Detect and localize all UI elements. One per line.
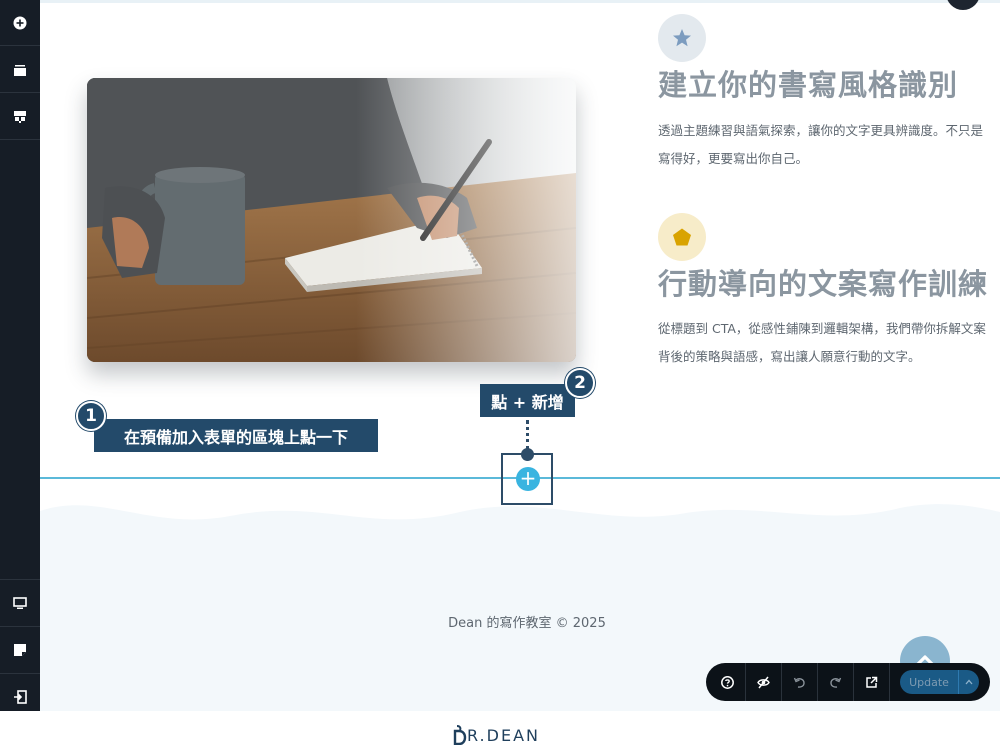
pentagon-icon	[673, 228, 691, 246]
desktop-view-button[interactable]	[0, 579, 40, 625]
notes-button[interactable]	[0, 626, 40, 672]
update-button[interactable]: Update	[900, 676, 958, 689]
add-block-button[interactable]: +	[516, 467, 540, 491]
exit-icon	[14, 689, 27, 704]
feature-pentagon-badge	[658, 213, 706, 261]
feature-title-1: 建立你的書寫風格識別	[658, 68, 959, 102]
redo-button[interactable]	[818, 663, 854, 701]
step1-badge: 1	[76, 401, 106, 431]
editor-sidebar	[0, 0, 40, 711]
update-options-button[interactable]	[958, 670, 979, 694]
callout-step2: 點 + 新增	[480, 384, 575, 417]
photo-illustration	[87, 78, 576, 362]
feature-title-2: 行動導向的文案寫作訓練	[658, 267, 989, 301]
callout-step1-text: 在預備加入表單的區塊上點一下	[123, 427, 348, 447]
step2-badge: 2	[565, 368, 595, 398]
note-icon	[14, 643, 26, 656]
chevron-up-small-icon	[965, 679, 973, 685]
feature-text-1: 透過主題練習與語氣探索，讓你的文字更具辨識度。不只是寫得好，更要寫出你自己。	[658, 123, 984, 166]
callout-step2-text: 點 + 新增	[491, 392, 564, 412]
feature-text-2: 從標題到 CTA，從感性鋪陳到邏輯架構，我們帶你拆解文案背後的策略與語感，寫出讓…	[658, 321, 986, 364]
brand-bar: R.DEAN	[0, 711, 1000, 750]
layers-icon	[14, 64, 26, 76]
brand-logo: R.DEAN	[451, 725, 540, 745]
layers-button[interactable]	[0, 47, 40, 93]
feature-star-badge	[658, 14, 706, 62]
undo-icon	[793, 677, 805, 688]
callout-step1: 在預備加入表單的區塊上點一下	[94, 419, 378, 452]
desktop-icon	[13, 596, 27, 609]
footer-copyright: Dean 的寫作教室 © 2025	[448, 616, 606, 631]
star-icon	[673, 29, 691, 47]
add-circle-icon	[13, 16, 27, 29]
callout-connector	[526, 420, 529, 450]
external-link-icon	[866, 676, 878, 688]
update-button-group: Update	[900, 670, 979, 694]
undo-button[interactable]	[782, 663, 818, 701]
open-page-button[interactable]	[854, 663, 890, 701]
page-canvas[interactable]: 建立你的書寫風格識別 透過主題練習與語氣探索，讓你的文字更具辨識度。不只是寫得好…	[40, 0, 1000, 711]
editor-toolbar: Update	[706, 663, 990, 701]
help-icon	[721, 675, 734, 689]
brand-mark-icon	[453, 725, 467, 745]
writing-photo[interactable]	[87, 78, 576, 362]
section-top-border	[40, 0, 1000, 3]
eye-off-icon	[757, 676, 770, 688]
section-options-handle[interactable]	[946, 0, 980, 10]
preview-toggle-button[interactable]	[746, 663, 782, 701]
add-element-button[interactable]	[0, 0, 40, 46]
help-button[interactable]	[710, 663, 746, 701]
redo-icon	[830, 677, 842, 688]
layout-icon	[14, 110, 26, 123]
layout-button[interactable]	[0, 94, 40, 140]
brand-name: R.DEAN	[467, 725, 540, 745]
